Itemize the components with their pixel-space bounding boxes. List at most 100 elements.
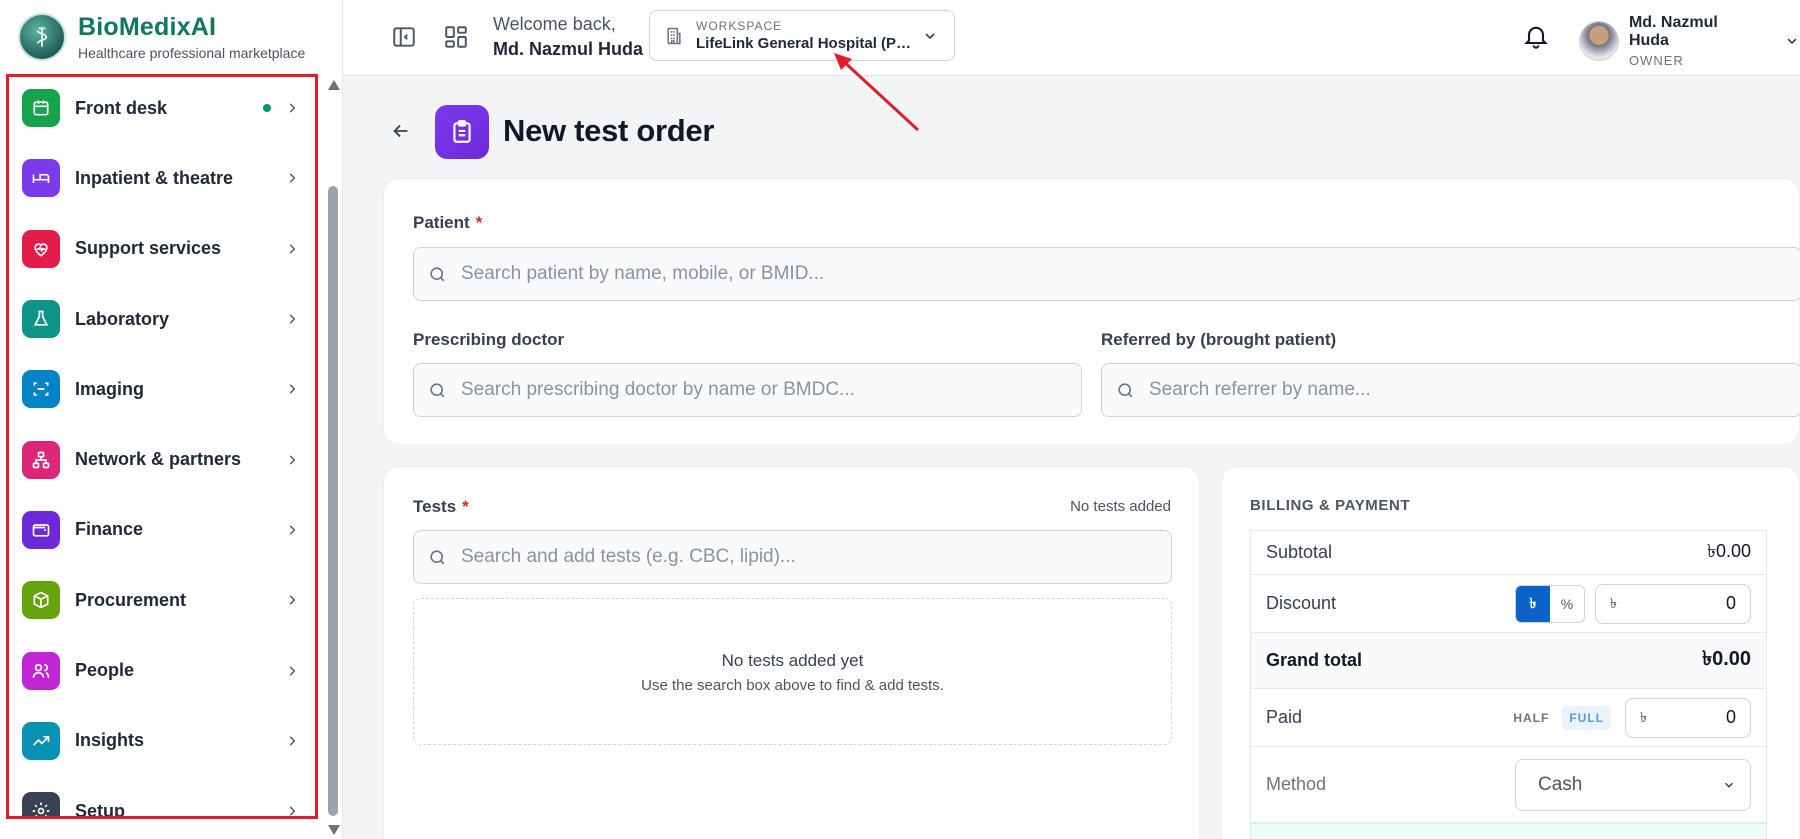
discount-type-toggle[interactable]: ৳ %	[1515, 584, 1585, 623]
chevron-right-icon	[289, 736, 296, 746]
discount-amount-option[interactable]: ৳	[1516, 585, 1550, 622]
chevron-right-icon	[289, 525, 296, 535]
payment-status-banner	[1251, 823, 1766, 839]
referrer-search-input[interactable]	[1149, 379, 1800, 401]
paid-input[interactable]: ৳ 0	[1625, 697, 1751, 738]
welcome-message: Welcome back, Md. Nazmul Huda	[493, 14, 643, 60]
sidebar-item-laboratory[interactable]: Laboratory	[9, 284, 315, 354]
sidebar-item-label: People	[75, 660, 135, 681]
back-arrow-icon[interactable]	[390, 120, 412, 142]
gear-icon	[22, 792, 60, 816]
patient-search[interactable]	[413, 247, 1800, 301]
doctor-search[interactable]	[413, 363, 1082, 417]
chevron-right-icon	[289, 244, 296, 254]
sidebar-nav-highlight: Front desk Inpatient & theatre Support s…	[6, 74, 318, 819]
scroll-down-arrow-icon[interactable]	[328, 825, 340, 835]
clipboard-list-icon	[435, 105, 489, 159]
payment-method-select[interactable]: Cash	[1515, 758, 1751, 811]
chevron-right-icon	[289, 455, 296, 465]
empty-state-subtitle: Use the search box above to find & add t…	[641, 677, 944, 694]
sidebar-item-support-services[interactable]: Support services	[9, 214, 315, 284]
currency-symbol: ৳	[1610, 594, 1617, 611]
chevron-right-icon	[289, 806, 296, 816]
paid-row: Paid HALF FULL ৳ 0	[1251, 689, 1766, 747]
apps-grid-icon[interactable]	[443, 24, 469, 50]
sidebar-item-label: Procurement	[75, 589, 187, 610]
patient-search-input[interactable]	[461, 263, 1800, 285]
flask-icon	[22, 300, 60, 339]
chevron-down-icon	[925, 32, 935, 39]
sidebar-item-network-partners[interactable]: Network & partners	[9, 424, 315, 494]
network-icon	[22, 440, 60, 479]
sidebar-item-label: Setup	[75, 800, 126, 819]
grand-total-value: ৳0.00	[1702, 648, 1751, 670]
referrer-search[interactable]	[1101, 363, 1800, 417]
tests-search-input[interactable]	[461, 546, 1171, 568]
status-dot	[263, 104, 271, 113]
search-icon	[430, 549, 445, 564]
billing-heading: BILLING & PAYMENT	[1250, 497, 1411, 514]
patient-card: Patient* Prescribing doctor Referred by …	[383, 178, 1800, 445]
sidebar-nav: Front desk Inpatient & theatre Support s…	[9, 77, 315, 819]
welcome-label: Welcome back,	[493, 14, 616, 34]
chevron-down-icon	[1787, 38, 1797, 45]
scroll-thumb[interactable]	[328, 186, 338, 816]
method-label: Method	[1266, 774, 1327, 794]
sidebar-item-insights[interactable]: Insights	[9, 706, 315, 776]
sidebar-item-label: Insights	[75, 730, 145, 751]
subtotal-label: Subtotal	[1266, 542, 1333, 562]
discount-row: Discount ৳ % ৳ 0	[1251, 575, 1766, 633]
brand[interactable]: BioMedixAI Healthcare professional marke…	[18, 12, 305, 62]
payment-method-value: Cash	[1538, 773, 1583, 795]
notification-bell-icon[interactable]	[1522, 22, 1550, 50]
referrer-label: Referred by (brought patient)	[1101, 330, 1337, 349]
sidebar-item-finance[interactable]: Finance	[9, 495, 315, 565]
chevron-right-icon	[289, 595, 296, 605]
user-menu[interactable]: Md. Nazmul Huda OWNER	[1579, 14, 1800, 68]
sidebar-scrollbar[interactable]	[326, 74, 340, 839]
workspace-label: WORKSPACE	[696, 19, 783, 33]
sidebar-item-imaging[interactable]: Imaging	[9, 354, 315, 424]
chevron-right-icon	[289, 665, 296, 676]
empty-state-title: No tests added yet	[721, 651, 864, 670]
sidebar-item-label: Support services	[75, 238, 222, 259]
subtotal-row: Subtotal ৳0.00	[1251, 531, 1766, 575]
welcome-user-name: Md. Nazmul Huda	[493, 39, 644, 59]
avatar	[1579, 21, 1619, 61]
discount-percent-option[interactable]: %	[1550, 586, 1584, 622]
sidebar-item-label: Front desk	[75, 97, 168, 118]
sidebar-item-setup[interactable]: Setup	[9, 776, 315, 819]
discount-value: 0	[1725, 593, 1736, 613]
paid-value: 0	[1725, 707, 1736, 727]
grand-total-label: Grand total	[1266, 650, 1363, 670]
doctor-search-input[interactable]	[461, 379, 1081, 401]
tests-label: Tests *	[413, 497, 469, 516]
method-row: Method Cash	[1251, 747, 1766, 823]
search-icon	[430, 382, 445, 397]
paid-full-button[interactable]: FULL	[1562, 705, 1611, 730]
package-icon	[22, 581, 60, 620]
discount-label: Discount	[1266, 593, 1337, 613]
tests-card: Tests* No tests added No tests added yet…	[383, 466, 1200, 839]
annotation-arrow-icon	[834, 53, 920, 132]
scroll-up-arrow-icon[interactable]	[328, 80, 340, 90]
tests-search[interactable]	[413, 530, 1172, 584]
chevron-right-icon	[289, 173, 296, 184]
sidebar-toggle-icon[interactable]	[391, 24, 417, 50]
doctor-label: Prescribing doctor	[413, 330, 565, 349]
topbar: Welcome back, Md. Nazmul Huda WORKSPACE …	[343, 0, 1800, 76]
wallet-icon	[22, 510, 60, 549]
sidebar-item-inpatient-theatre[interactable]: Inpatient & theatre	[9, 143, 315, 213]
sidebar-item-label: Inpatient & theatre	[75, 167, 234, 188]
billing-table: Subtotal ৳0.00 Discount ৳ % ৳ 0 Grand to…	[1250, 530, 1767, 839]
discount-input[interactable]: ৳ 0	[1595, 583, 1751, 624]
sidebar-item-people[interactable]: People	[9, 635, 315, 705]
heart-pulse-icon	[22, 229, 60, 268]
sidebar-item-label: Laboratory	[75, 308, 170, 329]
sidebar-item-procurement[interactable]: Procurement	[9, 565, 315, 635]
sidebar-item-front-desk[interactable]: Front desk	[9, 77, 315, 143]
paid-half-button[interactable]: HALF	[1506, 706, 1556, 730]
chevron-right-icon	[289, 103, 296, 113]
required-marker: *	[475, 213, 483, 232]
chevron-right-icon	[289, 314, 296, 324]
